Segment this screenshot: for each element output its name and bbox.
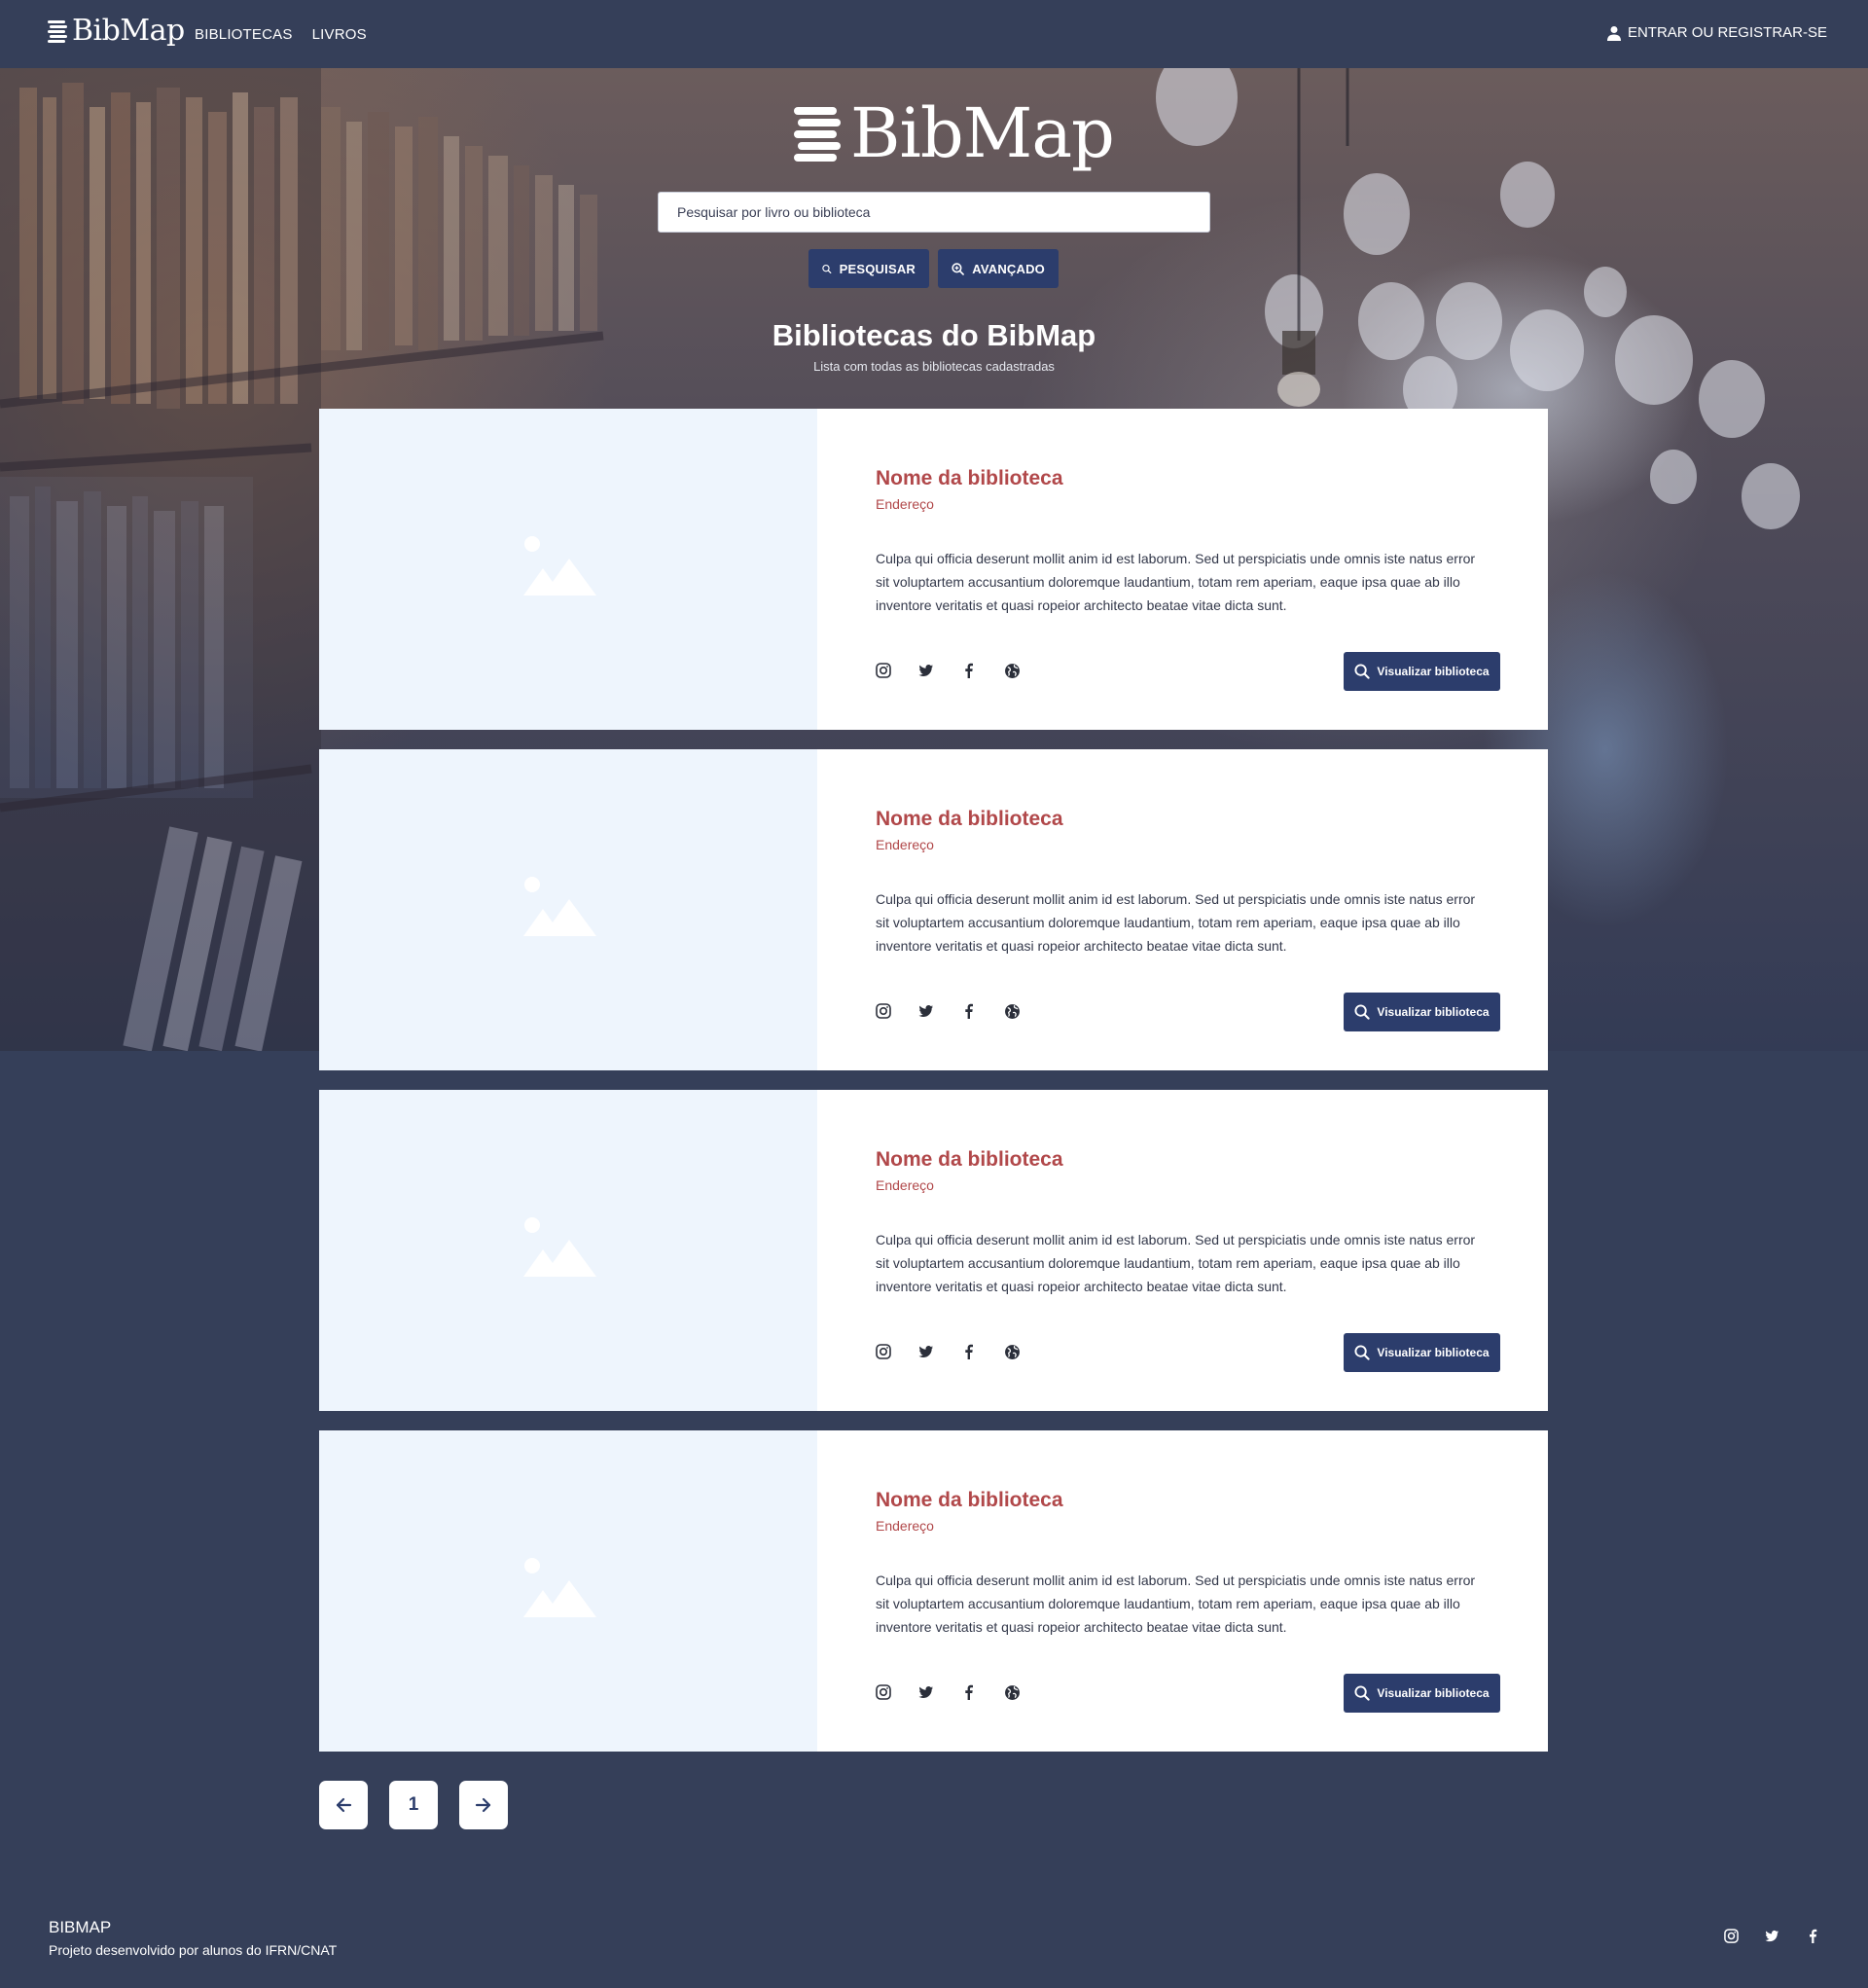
login-button[interactable]: ENTRAR OU REGISTRAR-SE — [1606, 24, 1827, 41]
globe-icon[interactable] — [1004, 1343, 1047, 1360]
library-card-body: Nome da biblioteca Endereço Culpa qui of… — [817, 409, 1548, 730]
advanced-search-button[interactable]: AVANÇADO — [938, 249, 1059, 288]
hero-logo: BibMap — [794, 93, 1115, 173]
image-placeholder-icon — [523, 1217, 596, 1277]
library-card: Nome da biblioteca Endereço Culpa qui of… — [319, 409, 1548, 730]
library-name[interactable]: Nome da biblioteca — [876, 808, 1063, 831]
twitter-icon[interactable] — [918, 662, 961, 679]
footer-subtitle: Projeto desenvolvido por alunos do IFRN/… — [49, 1942, 338, 1958]
library-social-links — [876, 1343, 1047, 1360]
search-icon — [822, 264, 832, 273]
instagram-icon[interactable] — [876, 1343, 918, 1360]
globe-icon[interactable] — [1004, 1683, 1047, 1701]
facebook-icon[interactable] — [961, 1683, 1004, 1701]
library-description: Culpa qui officia deserunt mollit anim i… — [876, 1572, 1476, 1635]
library-card-body: Nome da biblioteca Endereço Culpa qui of… — [817, 1430, 1548, 1752]
library-social-links — [876, 1683, 1047, 1701]
page-title: Bibliotecas do BibMap — [772, 318, 1096, 352]
library-card-body: Nome da biblioteca Endereço Culpa qui of… — [817, 749, 1548, 1070]
library-description: Culpa qui officia deserunt mollit anim i… — [876, 891, 1476, 954]
view-library-button[interactable]: Visualizar biblioteca — [1344, 1333, 1500, 1372]
search-icon — [1354, 1004, 1371, 1020]
hero-logo-text: BibMap — [850, 93, 1115, 173]
arrow-left-icon — [336, 1797, 352, 1813]
zoom-in-icon — [952, 262, 964, 275]
search-icon — [1354, 1345, 1371, 1360]
pagination-page-number: 1 — [408, 1794, 419, 1815]
view-library-label: Visualizar biblioteca — [1377, 665, 1490, 678]
library-description: Culpa qui officia deserunt mollit anim i… — [876, 1232, 1476, 1294]
nav-link-bibliotecas[interactable]: BIBLIOTECAS — [195, 26, 293, 43]
pagination-page-1[interactable]: 1 — [389, 1781, 438, 1829]
library-address: Endereço — [876, 1177, 934, 1193]
instagram-icon[interactable] — [876, 662, 918, 679]
image-placeholder-icon — [523, 877, 596, 936]
library-address: Endereço — [876, 1518, 934, 1534]
library-name[interactable]: Nome da biblioteca — [876, 467, 1063, 490]
view-library-label: Visualizar biblioteca — [1377, 1346, 1490, 1359]
footer-social-links — [1724, 1929, 1820, 1943]
globe-icon[interactable] — [1004, 662, 1047, 679]
view-library-label: Visualizar biblioteca — [1377, 1686, 1490, 1700]
search-button[interactable]: PESQUISAR — [808, 249, 929, 288]
search-icon — [1354, 1685, 1371, 1701]
nav-link-livros[interactable]: LIVROS — [312, 26, 367, 43]
library-social-links — [876, 1002, 1047, 1020]
library-address: Endereço — [876, 837, 934, 852]
user-icon — [1606, 25, 1621, 41]
library-image-placeholder — [319, 409, 817, 730]
instagram-icon[interactable] — [876, 1683, 918, 1701]
twitter-icon[interactable] — [918, 1002, 961, 1020]
login-label: ENTRAR OU REGISTRAR-SE — [1627, 24, 1827, 41]
facebook-icon[interactable] — [1806, 1929, 1820, 1943]
library-name[interactable]: Nome da biblioteca — [876, 1489, 1063, 1512]
library-name[interactable]: Nome da biblioteca — [876, 1148, 1063, 1172]
library-card: Nome da biblioteca Endereço Culpa qui of… — [319, 1090, 1548, 1411]
books-logo-icon — [48, 19, 67, 43]
page-subtitle: Lista com todas as bibliotecas cadastrad… — [813, 359, 1055, 374]
view-library-label: Visualizar biblioteca — [1377, 1005, 1490, 1019]
image-placeholder-icon — [523, 1558, 596, 1617]
globe-icon[interactable] — [1004, 1002, 1047, 1020]
library-card: Nome da biblioteca Endereço Culpa qui of… — [319, 1430, 1548, 1752]
footer-title: BIBMAP — [49, 1918, 112, 1936]
image-placeholder-icon — [523, 536, 596, 596]
library-description: Culpa qui officia deserunt mollit anim i… — [876, 551, 1476, 613]
arrow-right-icon — [475, 1797, 491, 1813]
advanced-button-label: AVANÇADO — [972, 261, 1045, 276]
facebook-icon[interactable] — [961, 662, 1004, 679]
books-logo-icon — [794, 107, 841, 162]
pagination-next-button[interactable] — [459, 1781, 508, 1829]
view-library-button[interactable]: Visualizar biblioteca — [1344, 993, 1500, 1031]
library-image-placeholder — [319, 1430, 817, 1752]
twitter-icon[interactable] — [918, 1683, 961, 1701]
library-social-links — [876, 662, 1047, 679]
nav-logo[interactable]: BibMap — [48, 14, 185, 48]
library-card-body: Nome da biblioteca Endereço Culpa qui of… — [817, 1090, 1548, 1411]
twitter-icon[interactable] — [918, 1343, 961, 1360]
twitter-icon[interactable] — [1765, 1929, 1779, 1943]
facebook-icon[interactable] — [961, 1343, 1004, 1360]
instagram-icon[interactable] — [876, 1002, 918, 1020]
view-library-button[interactable]: Visualizar biblioteca — [1344, 1674, 1500, 1713]
search-button-label: PESQUISAR — [839, 261, 916, 276]
instagram-icon[interactable] — [1724, 1929, 1739, 1943]
view-library-button[interactable]: Visualizar biblioteca — [1344, 652, 1500, 691]
library-image-placeholder — [319, 1090, 817, 1411]
navbar: BibMap BIBLIOTECAS LIVROS ENTRAR OU REGI… — [0, 0, 1868, 68]
library-address: Endereço — [876, 496, 934, 512]
library-image-placeholder — [319, 749, 817, 1070]
search-icon — [1354, 664, 1371, 679]
library-card: Nome da biblioteca Endereço Culpa qui of… — [319, 749, 1548, 1070]
facebook-icon[interactable] — [961, 1002, 1004, 1020]
pagination-prev-button[interactable] — [319, 1781, 368, 1829]
nav-logo-text: BibMap — [72, 14, 185, 48]
search-input[interactable] — [658, 192, 1210, 233]
nav-links: BIBLIOTECAS LIVROS — [195, 26, 367, 43]
